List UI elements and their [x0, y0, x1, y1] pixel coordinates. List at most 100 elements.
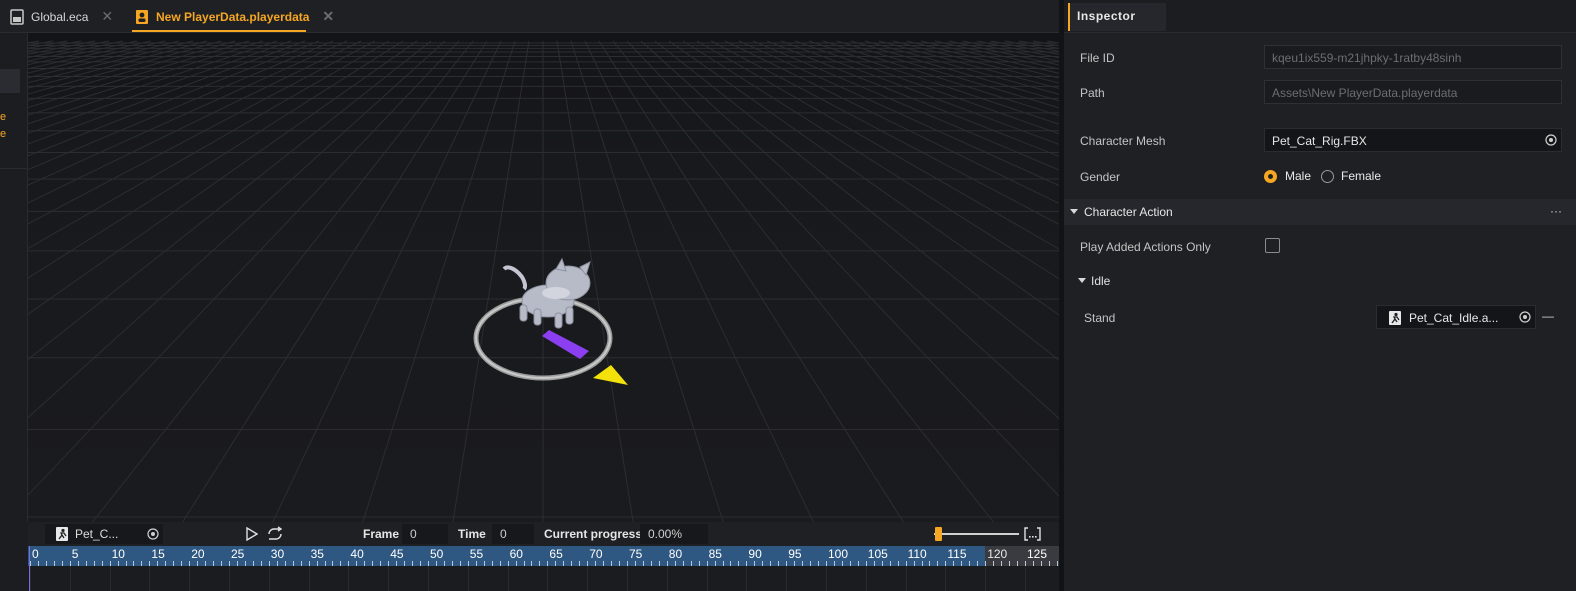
- play-icon[interactable]: [246, 527, 258, 541]
- timeline-track-gridline: [388, 566, 390, 591]
- tab-label: New PlayerData.playerdata: [156, 9, 310, 24]
- timeline-tick-label: 20: [191, 547, 205, 561]
- timeline-tick-label: 15: [151, 547, 165, 561]
- timeline-tick-label: 60: [509, 547, 523, 561]
- left-panel-text: e: [0, 111, 7, 123]
- timeline-track-gridline: [706, 566, 708, 591]
- gender-label: Gender: [1080, 170, 1121, 184]
- path-row: Path Assets\New PlayerData.playerdata: [1064, 78, 1576, 106]
- section-title: Character Action: [1084, 205, 1173, 219]
- timeline-tick-label: 45: [390, 547, 404, 561]
- timeline-tick-label: 85: [708, 547, 722, 561]
- timeline-tick-label: 70: [589, 547, 603, 561]
- tab-inspector[interactable]: Inspector: [1068, 3, 1166, 31]
- loop-icon[interactable]: [265, 526, 285, 542]
- timeline[interactable]: 0 5 10 15 20 25 30 35 40 45 50 55 60 65 70 75 80 85 90 95 10…: [28, 546, 1059, 591]
- remove-icon[interactable]: —: [1542, 309, 1554, 323]
- timeline-track-gridline: [746, 566, 748, 591]
- timeline-track-gridline: [905, 566, 907, 591]
- gender-female-label[interactable]: Female: [1341, 169, 1381, 183]
- zoom-slider-track[interactable]: [934, 533, 1019, 535]
- progress-value: 0.00%: [640, 524, 708, 544]
- time-label: Time: [458, 527, 486, 541]
- timeline-tick-label: 65: [549, 547, 563, 561]
- timeline-track-gridline: [1025, 566, 1026, 591]
- target-picker-icon[interactable]: [1519, 311, 1531, 323]
- timeline-track-gridline: [467, 566, 469, 591]
- playhead[interactable]: [29, 546, 30, 591]
- animation-clip-icon: [56, 527, 68, 541]
- inspector-panel: Inspector File ID kqeu1ix559-m21jhpky-1r…: [1064, 0, 1576, 591]
- gender-male-radio[interactable]: [1264, 170, 1277, 183]
- timeline-track-gridline: [587, 566, 589, 591]
- tab-global-eca[interactable]: Global.eca ✕: [0, 0, 123, 33]
- timeline-tick-label: 120: [987, 547, 1008, 561]
- timeline-tracks[interactable]: [28, 566, 1059, 591]
- idle-group-header[interactable]: Idle: [1064, 266, 1576, 294]
- divider: [0, 168, 28, 169]
- timeline-tick-label: 25: [231, 547, 245, 561]
- time-input[interactable]: 0: [492, 524, 534, 544]
- idle-label: Idle: [1091, 274, 1111, 288]
- stand-label: Stand: [1084, 311, 1116, 325]
- gender-male-label[interactable]: Male: [1285, 169, 1311, 183]
- inspector-header: Inspector: [1064, 0, 1576, 33]
- timeline-tick-label: 10: [111, 547, 125, 561]
- collapse-arrow-icon[interactable]: [1070, 209, 1078, 214]
- timeline-track-gridline: [149, 566, 151, 591]
- character-mesh-value: Pet_Cat_Rig.FBX: [1272, 134, 1367, 148]
- eca-file-icon: [10, 8, 24, 25]
- timeline-tick-label: 80: [668, 547, 683, 561]
- scene-viewport[interactable]: [28, 33, 1059, 522]
- clip-name: Pet_C...: [75, 527, 119, 541]
- character-mesh-field[interactable]: Pet_Cat_Rig.FBX: [1264, 128, 1562, 152]
- close-icon[interactable]: ✕: [101, 8, 113, 25]
- frame-input[interactable]: 0: [402, 524, 448, 544]
- playerdata-file-icon: [135, 9, 149, 25]
- timeline-ruler[interactable]: 0 5 10 15 20 25 30 35 40 45 50 55 60 65 70 75 80 85 90 95 10…: [28, 546, 1059, 566]
- timeline-tick-label: 90: [748, 547, 762, 561]
- animation-clip-selector[interactable]: Pet_C...: [45, 524, 163, 544]
- timeline-tick-label: 0: [32, 547, 39, 561]
- left-side-panel: e e: [0, 33, 28, 521]
- timeline-tick-label: 30: [270, 547, 285, 561]
- close-icon[interactable]: ✕: [322, 8, 334, 25]
- play-added-actions-checkbox[interactable]: [1265, 238, 1280, 253]
- timeline-tick-label: 105: [867, 547, 888, 561]
- progress-label: Current progress: [544, 527, 643, 541]
- path-label: Path: [1080, 86, 1105, 100]
- play-added-actions-row: Play Added Actions Only: [1064, 232, 1576, 260]
- timeline-track-gridline: [308, 566, 310, 591]
- animation-clip-icon: [1389, 311, 1401, 325]
- stand-animation-slot[interactable]: Pet_Cat_Idle.a...: [1376, 305, 1536, 329]
- file-id-field: kqeu1ix559-m21jhpky-1ratby48sinh: [1264, 45, 1562, 69]
- editor-window: Global.eca ✕ New PlayerData.playerdata ✕…: [0, 0, 1576, 591]
- timeline-tick-label: 5: [71, 547, 79, 561]
- gender-female-radio[interactable]: [1321, 170, 1334, 183]
- left-panel-selected-item[interactable]: [0, 69, 20, 93]
- more-options-icon[interactable]: ···: [1550, 204, 1562, 218]
- character-mesh-row: Character Mesh Pet_Cat_Rig.FBX: [1064, 126, 1576, 154]
- target-picker-icon[interactable]: [1545, 134, 1557, 146]
- collapse-arrow-icon[interactable]: [1078, 278, 1086, 283]
- timeline-track-gridline: [547, 566, 549, 591]
- timeline-track-gridline: [229, 566, 230, 591]
- timeline-tick-label: 40: [350, 547, 364, 561]
- fit-range-icon[interactable]: [1024, 527, 1041, 541]
- timeline-track-gridline: [507, 566, 509, 591]
- timeline-track-gridline: [428, 566, 429, 591]
- file-id-row: File ID kqeu1ix559-m21jhpky-1ratby48sinh: [1064, 43, 1576, 71]
- zoom-slider-handle[interactable]: [935, 527, 943, 541]
- character-mesh-label: Character Mesh: [1080, 134, 1166, 148]
- timeline-track-gridline: [627, 566, 628, 591]
- target-picker-icon[interactable]: [147, 528, 159, 540]
- tab-new-playerdata[interactable]: New PlayerData.playerdata ✕: [125, 0, 344, 33]
- stand-animation-value: Pet_Cat_Idle.a...: [1409, 311, 1499, 325]
- timeline-track-gridline: [69, 566, 71, 591]
- timeline-track-gridline: [985, 566, 987, 591]
- timeline-tick-label: 95: [788, 547, 802, 561]
- timeline-track-gridline: [348, 566, 350, 591]
- character-action-section-header[interactable]: Character Action ···: [1064, 199, 1576, 225]
- timeline-tick-label: 35: [310, 547, 324, 561]
- timeline-tick-label: 100: [828, 547, 849, 561]
